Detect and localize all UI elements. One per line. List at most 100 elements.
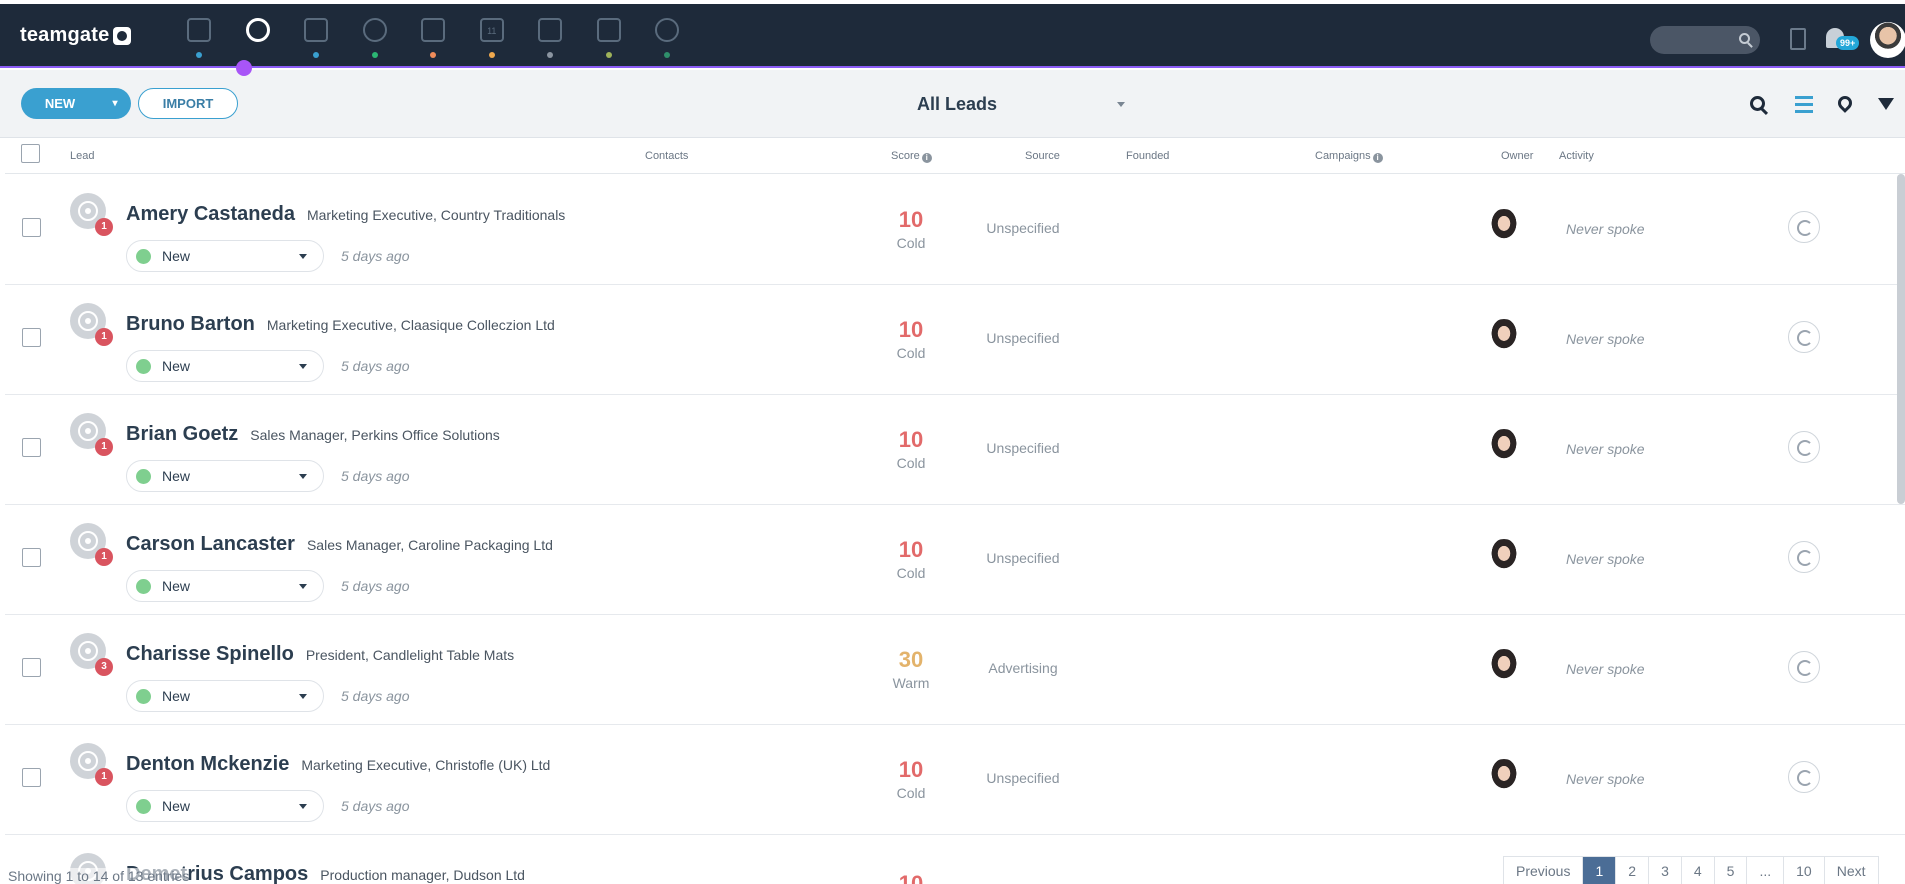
table-row[interactable]: 1 Bruno Barton Marketing Executive, Claasi… (5, 285, 1905, 395)
lead-name-link[interactable]: Amery Castaneda Marketing Executive, Coun… (126, 203, 565, 226)
status-dropdown[interactable]: New (126, 570, 324, 602)
refresh-icon[interactable] (1788, 211, 1820, 243)
lead-name-link[interactable]: Charisse Spinello President, Candlelight … (126, 643, 514, 666)
score-value: 10 (898, 757, 924, 782)
nav-item-reports[interactable] (638, 12, 697, 60)
lead-name-link[interactable]: Carson Lancaster Sales Manager, Caroline … (126, 533, 553, 556)
map-pin-icon[interactable] (1835, 93, 1855, 113)
row-checkbox[interactable] (22, 548, 41, 567)
refresh-icon[interactable] (1788, 761, 1820, 793)
pagination-item[interactable]: 5 (1715, 857, 1748, 884)
owner-avatar[interactable] (1486, 319, 1522, 355)
status-label: New (162, 578, 191, 594)
lead-count-badge: 1 (95, 548, 113, 566)
row-checkbox[interactable] (22, 438, 41, 457)
table-row[interactable]: 1 Denton Mckenzie Marketing Executive, Chr… (5, 725, 1905, 835)
nav-item-people[interactable] (346, 12, 405, 60)
table-row[interactable]: 1 Brian Goetz Sales Manager, Perkins Offic… (5, 395, 1905, 505)
chevron-down-icon (299, 584, 307, 589)
lead-count-badge: 1 (95, 218, 113, 236)
nav-item-deals[interactable] (404, 12, 463, 60)
chevron-down-icon (1117, 102, 1125, 107)
refresh-icon[interactable] (1788, 651, 1820, 683)
nav-item-inbox[interactable] (521, 12, 580, 60)
logo[interactable]: teamgate (20, 24, 132, 47)
table-header: Lead Contacts Score i Source Founded Camp… (5, 139, 1905, 174)
row-checkbox[interactable] (22, 658, 41, 677)
global-search-input[interactable] (1650, 26, 1760, 54)
table-row[interactable]: 1 Amery Castaneda Marketing Executive, Cou… (5, 175, 1905, 285)
nav-item-documents[interactable] (580, 12, 639, 60)
pagination-item[interactable]: 10 (1784, 857, 1825, 884)
status-dot-icon (136, 468, 151, 484)
table-row[interactable]: 1 Carson Lancaster Sales Manager, Caroline… (5, 505, 1905, 615)
import-button[interactable]: IMPORT (138, 88, 238, 119)
notes-icon[interactable] (1790, 28, 1806, 50)
select-all-checkbox[interactable] (21, 144, 40, 163)
active-module-marker (236, 60, 252, 76)
header-founded[interactable]: Founded (1126, 150, 1169, 162)
header-source[interactable]: Source (1025, 150, 1060, 162)
refresh-icon[interactable] (1788, 541, 1820, 573)
entries-summary: Showing 1 to 14 of 13 entries (8, 868, 190, 884)
status-dropdown[interactable]: New (126, 350, 324, 382)
nav-item-dashboard[interactable] (170, 12, 229, 60)
lead-score: 30 Warm (871, 647, 951, 691)
pagination-item[interactable]: 4 (1682, 857, 1715, 884)
pagination-item[interactable]: ... (1747, 857, 1785, 884)
refresh-icon[interactable] (1788, 431, 1820, 463)
lead-score: 10 Cold (871, 537, 951, 581)
owner-avatar[interactable] (1486, 759, 1522, 795)
nav-item-companies[interactable] (287, 12, 346, 60)
nav-indicator-dot (430, 52, 437, 58)
owner-avatar[interactable] (1486, 539, 1522, 575)
status-dropdown[interactable]: New (126, 460, 324, 492)
header-lead[interactable]: Lead (70, 150, 94, 162)
pagination-item[interactable]: Previous (1504, 857, 1584, 884)
lead-name-link[interactable]: Brian Goetz Sales Manager, Perkins Office… (126, 423, 500, 446)
row-checkbox[interactable] (22, 218, 41, 237)
score-value: 10 (898, 317, 924, 342)
pagination-item[interactable]: Next (1825, 857, 1878, 884)
owner-avatar[interactable] (1486, 209, 1522, 245)
lead-name-link[interactable]: Bruno Barton Marketing Executive, Claasiq… (126, 313, 555, 336)
new-lead-button[interactable]: NEW ▾ (21, 88, 131, 119)
list-view-icon[interactable] (1795, 96, 1813, 114)
header-contacts[interactable]: Contacts (645, 150, 688, 162)
status-dot-icon (136, 688, 151, 704)
refresh-icon[interactable] (1788, 321, 1820, 353)
user-avatar[interactable] (1870, 22, 1905, 58)
row-checkbox[interactable] (22, 328, 41, 347)
view-selector[interactable]: All Leads (917, 92, 1127, 116)
status-dropdown[interactable]: New (126, 240, 324, 272)
lead-count-badge: 1 (95, 768, 113, 786)
header-owner[interactable]: Owner (1501, 150, 1533, 162)
lead-name-text: Denton Mckenzie (126, 753, 290, 775)
score-temperature: Cold (896, 235, 926, 251)
owner-avatar[interactable] (1486, 429, 1522, 465)
header-campaigns[interactable]: Campaigns i (1315, 150, 1383, 163)
pagination-item[interactable]: 3 (1649, 857, 1682, 884)
table-row[interactable]: 3 Charisse Spinello President, Candlelight… (5, 615, 1905, 725)
row-checkbox[interactable] (22, 768, 41, 787)
nav-indicator-dot (196, 52, 203, 58)
activity-status: Never spoke (1566, 441, 1645, 457)
filter-icon[interactable] (1878, 98, 1894, 110)
nav-item-leads[interactable] (229, 12, 288, 60)
pagination-item[interactable]: 2 (1616, 857, 1650, 884)
lead-count-badge: 1 (95, 438, 113, 456)
scrollbar[interactable] (1897, 174, 1905, 504)
nav-item-calendar[interactable]: 11 (463, 12, 522, 60)
lead-name-link[interactable]: Denton Mckenzie Marketing Executive, Chri… (126, 753, 550, 776)
pagination-item[interactable]: 1 (1583, 857, 1617, 884)
owner-avatar[interactable] (1486, 649, 1522, 685)
header-activity[interactable]: Activity (1559, 150, 1594, 162)
search-icon[interactable] (1750, 96, 1765, 111)
status-dropdown[interactable]: New (126, 680, 324, 712)
info-icon: i (1372, 153, 1383, 163)
new-dropdown-chevron-icon[interactable]: ▾ (99, 88, 131, 119)
header-score[interactable]: Score i (891, 150, 932, 163)
lead-source: Advertising (988, 660, 1058, 676)
status-dropdown[interactable]: New (126, 790, 324, 822)
lead-age: 5 days ago (341, 358, 410, 374)
